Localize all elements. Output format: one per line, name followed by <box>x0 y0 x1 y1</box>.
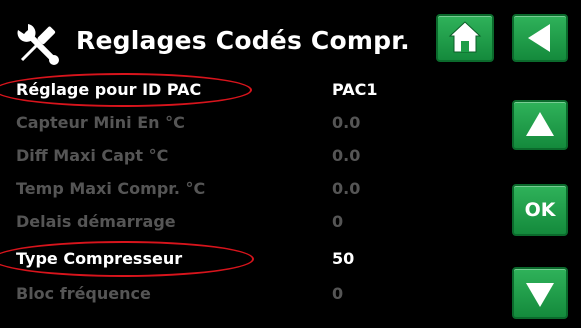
ok-button[interactable]: OK <box>512 184 568 236</box>
settings-row-temp-maxi[interactable]: Temp Maxi Compr. °C 0.0 <box>0 174 500 204</box>
setting-label: Temp Maxi Compr. °C <box>16 179 206 198</box>
setting-value: 0.0 <box>332 179 361 198</box>
setting-value: 0 <box>332 212 344 231</box>
setting-label: Type Compresseur <box>16 249 183 268</box>
settings-row-id-pac[interactable]: Réglage pour ID PAC PAC1 <box>0 75 500 105</box>
setting-label: Diff Maxi Capt °C <box>16 146 169 165</box>
home-icon <box>448 21 482 53</box>
scroll-up-button[interactable] <box>512 100 568 150</box>
setting-value: 0 <box>332 284 344 303</box>
settings-row-diff-maxi[interactable]: Diff Maxi Capt °C 0.0 <box>0 141 500 171</box>
scroll-down-button[interactable] <box>512 267 568 319</box>
setting-label: Bloc fréquence <box>16 284 151 303</box>
setting-label: Capteur Mini En °C <box>16 113 185 132</box>
tools-icon <box>14 20 62 68</box>
setting-value: 0.0 <box>332 146 361 165</box>
ok-label: OK <box>524 199 556 221</box>
back-arrow-icon <box>528 24 550 52</box>
settings-row-type-compresseur[interactable]: Type Compresseur 50 <box>0 244 500 274</box>
setting-label: Réglage pour ID PAC <box>16 80 202 99</box>
display-screen: Reglages Codés Compr. OK Réglage pour ID… <box>0 0 581 328</box>
settings-row-bloc-frequence[interactable]: Bloc fréquence 0 <box>0 279 500 309</box>
home-button[interactable] <box>436 14 494 62</box>
page-title: Reglages Codés Compr. <box>76 26 410 55</box>
settings-row-delais[interactable]: Delais démarrage 0 <box>0 207 500 237</box>
setting-value: 0.0 <box>332 113 361 132</box>
back-button[interactable] <box>512 14 568 62</box>
setting-value: PAC1 <box>332 80 378 99</box>
setting-value: 50 <box>332 249 355 268</box>
down-arrow-icon <box>526 283 554 307</box>
settings-row-capteur-mini[interactable]: Capteur Mini En °C 0.0 <box>0 108 500 138</box>
up-arrow-icon <box>526 112 554 136</box>
setting-label: Delais démarrage <box>16 212 176 231</box>
